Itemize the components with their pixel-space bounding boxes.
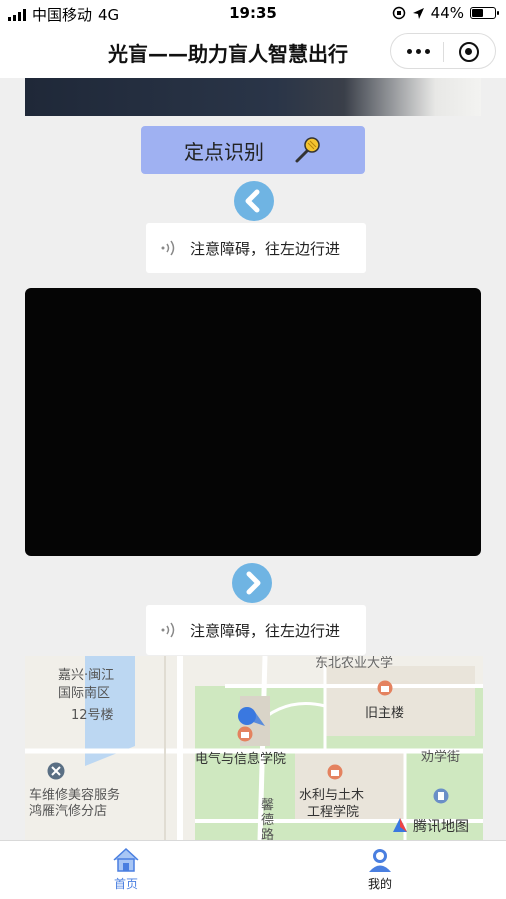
camera-preview-top — [25, 78, 481, 116]
map-label: 12号楼 — [71, 708, 114, 723]
map-label: 工程学院 — [307, 805, 360, 820]
battery-percent: 44% — [430, 4, 464, 22]
battery-icon — [470, 7, 499, 19]
recognize-button[interactable]: 定点识别 — [141, 126, 365, 174]
map-label: 电气与信息学院 — [195, 752, 287, 767]
tab-mine-label: 我的 — [367, 877, 392, 891]
tab-bar: 首页 我的 — [0, 840, 506, 899]
tab-mine[interactable]: 我的 — [330, 847, 430, 892]
poi-building-icon — [327, 764, 343, 780]
voice-tip-2: 注意障碍，往左边行进 — [146, 605, 366, 655]
tip-text: 注意障碍，往左边行进 — [190, 239, 341, 258]
user-icon — [369, 849, 391, 872]
chevron-left-icon — [245, 189, 260, 213]
map-label: 鸿雁汽修分店 — [29, 804, 108, 819]
sound-wave-icon — [161, 622, 175, 638]
more-icon[interactable] — [407, 49, 430, 54]
map-label: 东北农业大学 — [315, 656, 394, 671]
car-repair-icon — [47, 762, 65, 780]
map-label: 嘉兴·闽江 — [58, 668, 115, 683]
close-target-icon[interactable] — [459, 42, 479, 62]
map-view[interactable]: 东北农业大学 嘉兴·闽江 国际南区 12号楼 旧主楼 电气与信息学院 劝学街 水… — [25, 656, 483, 840]
map-label: 馨德路 — [261, 798, 275, 840]
map-attribution: 腾讯地图 — [413, 819, 469, 835]
tab-home[interactable]: 首页 — [76, 847, 176, 892]
map-label: 国际南区 — [58, 686, 111, 701]
rotation-lock-icon — [392, 6, 405, 20]
nav-bar: 光盲——助力盲人智慧出行 — [0, 26, 506, 78]
location-arrow-icon — [412, 7, 424, 19]
tencent-map-logo-icon — [393, 818, 407, 832]
right-arrow-button[interactable] — [232, 563, 272, 603]
camera-preview — [25, 288, 481, 556]
sound-wave-icon — [161, 240, 175, 256]
mini-program-capsule — [390, 33, 496, 69]
tip-text: 注意障碍，往左边行进 — [190, 621, 341, 640]
voice-tip-1: 注意障碍，往左边行进 — [146, 223, 366, 273]
poi-marker-icon — [433, 788, 449, 804]
status-bar: 中国移动 4G 19:35 44% — [0, 0, 506, 26]
home-icon — [113, 847, 139, 872]
map-label: 劝学街 — [421, 750, 461, 765]
recognize-button-label: 定点识别 — [184, 139, 264, 164]
microphone-icon — [295, 137, 320, 163]
left-arrow-button[interactable] — [234, 181, 274, 221]
chevron-right-icon — [246, 571, 261, 595]
poi-building-icon — [377, 680, 393, 696]
tab-home-label: 首页 — [113, 877, 138, 891]
map-label: 旧主楼 — [365, 706, 405, 721]
page-title: 光盲——助力盲人智慧出行 — [108, 42, 348, 66]
current-location-icon — [238, 707, 265, 726]
